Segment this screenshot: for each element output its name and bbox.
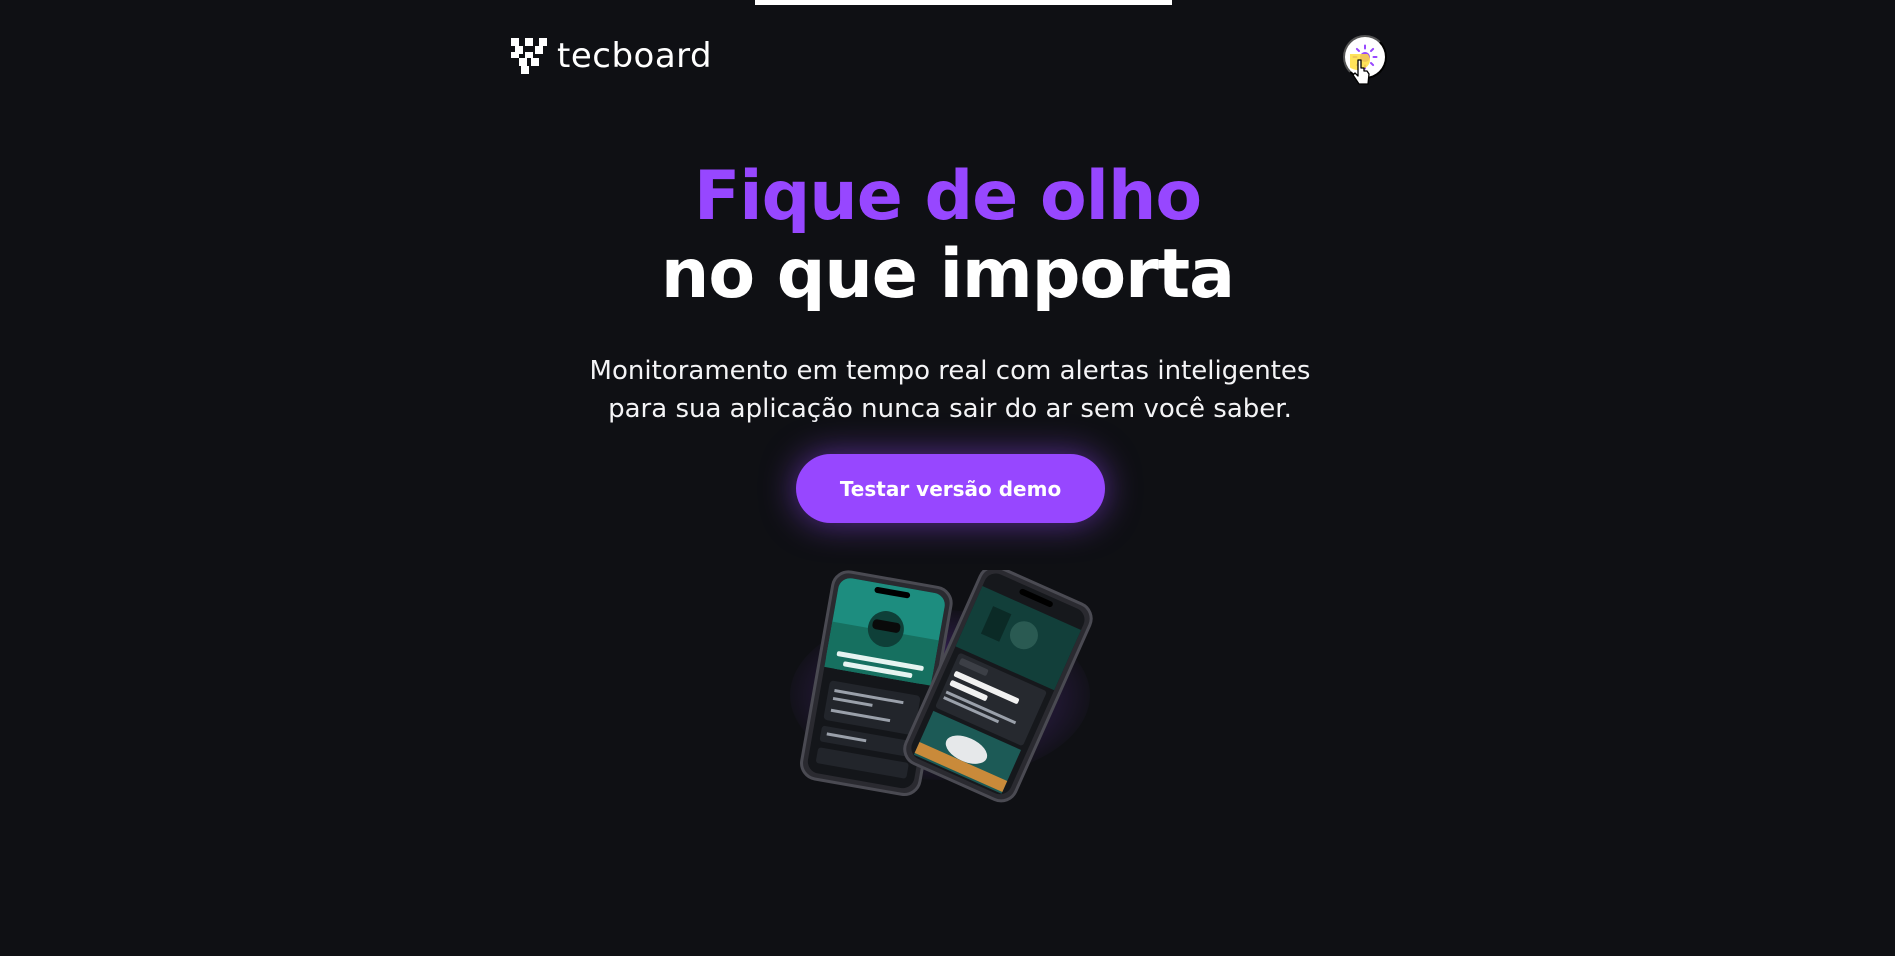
hero-subtitle-line-2: para sua aplicação nunca sair do ar sem … bbox=[608, 394, 1292, 424]
top-strip bbox=[755, 0, 1172, 5]
hero-title-highlight: Fique de olho bbox=[693, 157, 1202, 236]
logo-text: tecboard bbox=[557, 36, 713, 76]
landing-page: tecboard Fique de olho no que importa Mo… bbox=[0, 0, 1895, 956]
hero-title: Fique de olho no que importa bbox=[0, 158, 1895, 314]
hero-subtitle-line-1: Monitoramento em tempo real com alertas … bbox=[589, 356, 1311, 386]
demo-cta-button[interactable]: Testar versão demo bbox=[796, 454, 1105, 523]
logo-link[interactable]: tecboard bbox=[511, 38, 712, 74]
hand-pointer-icon bbox=[1350, 54, 1370, 85]
hero-title-main: no que importa bbox=[660, 235, 1235, 314]
phones-mockup-image bbox=[800, 570, 1093, 803]
hero-subtitle: Monitoramento em tempo real com alertas … bbox=[500, 352, 1400, 428]
tecboard-logo-icon bbox=[511, 38, 547, 74]
